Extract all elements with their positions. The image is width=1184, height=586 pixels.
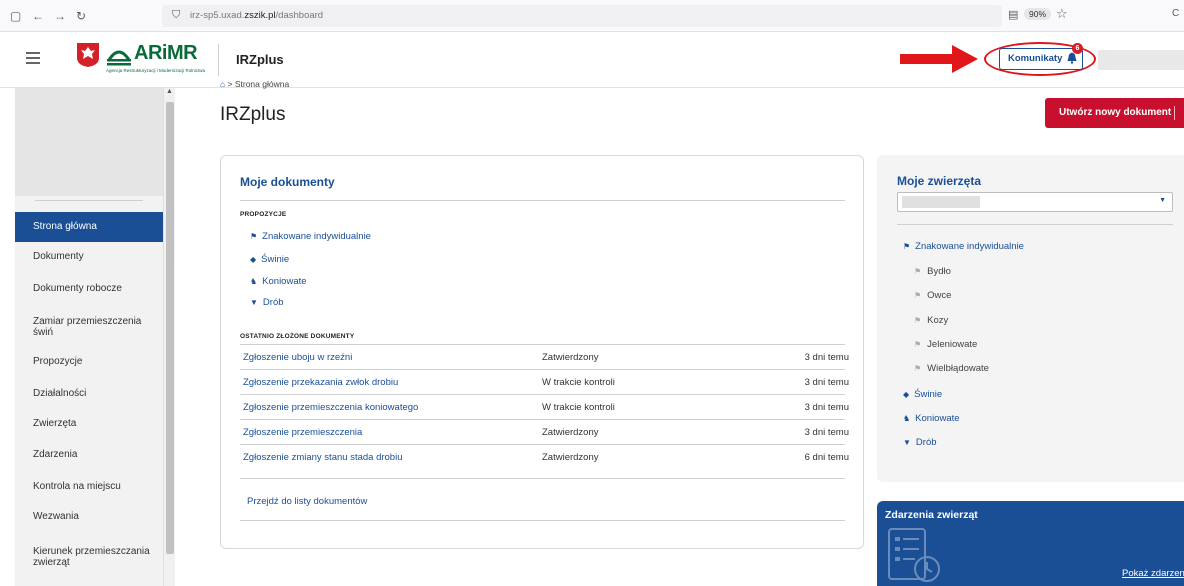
divider: [897, 224, 1173, 225]
messages-button[interactable]: Komunikaty 6: [999, 43, 1083, 70]
animal-group-znakowane[interactable]: ⚑ Znakowane indywidualnie: [903, 241, 1024, 252]
table-row[interactable]: Zgłoszenie przemieszczenia koniowatego W…: [243, 402, 849, 416]
divider: [240, 200, 845, 201]
horse-icon: ♞: [903, 414, 911, 423]
herd-select-value: [902, 196, 980, 208]
sidebar-item-zdarzenia[interactable]: Zdarzenia: [15, 440, 163, 470]
animal-events-title: Zdarzenia zwierząt: [885, 509, 978, 521]
divider: [240, 520, 845, 521]
sidebar-item-dzialalnosci[interactable]: Działalności: [15, 379, 163, 409]
proposal-swinie[interactable]: ◆ Świnie: [250, 254, 289, 265]
breadcrumb: ⌂ > Strona główna: [220, 79, 290, 89]
user-menu[interactable]: [1098, 50, 1184, 70]
sidebar-item-kontrola[interactable]: Kontrola na miejscu: [15, 472, 163, 502]
reload-icon[interactable]: ↻: [76, 9, 86, 23]
table-row[interactable]: Zgłoszenie uboju w rzeźni Zatwierdzony 3…: [243, 352, 849, 366]
create-document-button[interactable]: Utwórz nowy dokument: [1045, 98, 1184, 128]
reader-view-icon[interactable]: ▤: [1008, 8, 1018, 21]
recent-documents-label: OSTATNIO ZŁOŻONE DOKUMENTY: [240, 333, 355, 340]
divider: [240, 419, 845, 420]
cattle-icon: ⚑: [903, 242, 911, 251]
hamburger-menu-icon[interactable]: [26, 52, 40, 67]
sidebar-scrollbar[interactable]: ▲: [163, 88, 175, 586]
sidebar-item-propozycje[interactable]: Propozycje: [15, 347, 163, 377]
proposal-znakowane[interactable]: ⚑ Znakowane indywidualnie: [250, 231, 371, 242]
proposal-drob[interactable]: ▼ Drób: [250, 297, 284, 308]
forward-icon[interactable]: →: [54, 9, 66, 23]
animal-drob[interactable]: ▼ Drób: [903, 437, 937, 448]
shield-icon[interactable]: ⛉: [172, 9, 180, 22]
sidebar-item-dokumenty[interactable]: Dokumenty: [15, 242, 163, 272]
home-icon[interactable]: ⌂: [220, 79, 225, 89]
table-row[interactable]: Zgłoszenie przemieszczenia Zatwierdzony …: [243, 427, 849, 441]
camel-icon: ⚑: [914, 364, 922, 373]
all-documents-link[interactable]: Przejdź do listy dokumentów: [247, 496, 367, 507]
clipboard-clock-icon: [888, 528, 940, 582]
horse-icon: ♞: [250, 277, 258, 286]
app-name: IRZplus: [236, 52, 284, 67]
red-arrow-annotation-icon: [900, 45, 978, 73]
app-header: ARiMR Agencja Restrukturyzacji i Moderni…: [0, 32, 1184, 88]
poultry-icon: ▼: [903, 438, 911, 447]
deer-icon: ⚑: [914, 340, 922, 349]
polish-eagle-emblem-icon: [77, 43, 99, 67]
divider: [240, 478, 845, 479]
sidebar-toggle-icon[interactable]: ▢: [10, 9, 21, 23]
proposal-koniowate[interactable]: ♞ Koniowate: [250, 276, 307, 287]
animal-kozy[interactable]: ⚑ Kozy: [914, 315, 948, 326]
sidebar-item-zamiar-przemieszczenia[interactable]: Zamiar przemieszczenia świń: [15, 310, 163, 344]
herd-select[interactable]: ▼: [897, 192, 1173, 212]
animal-bydlo[interactable]: ⚑ Bydło: [914, 266, 951, 277]
sidebar-item-zwierzeta[interactable]: Zwierzęta: [15, 409, 163, 439]
back-icon[interactable]: ←: [32, 9, 44, 23]
user-profile-area: [15, 88, 163, 196]
chevron-down-icon[interactable]: ▼: [1159, 197, 1166, 204]
sidebar-item-dokumenty-robocze[interactable]: Dokumenty robocze: [15, 274, 163, 304]
divider: [240, 344, 845, 345]
animal-owce[interactable]: ⚑ Owce: [914, 290, 951, 301]
divider: [240, 444, 845, 445]
sidebar-item-wezwania[interactable]: Wezwania: [15, 502, 163, 532]
arimr-logo[interactable]: ARiMR Agencja Restrukturyzacji i Moderni…: [76, 40, 206, 78]
animal-swinie[interactable]: ◆ Świnie: [903, 389, 942, 400]
poultry-icon: ▼: [250, 298, 258, 307]
table-row[interactable]: Zgłoszenie przekazania zwłok drobiu W tr…: [243, 377, 849, 391]
scroll-up-icon[interactable]: ▲: [166, 88, 173, 95]
sidebar-item-strona-glowna[interactable]: Strona główna: [15, 212, 163, 242]
zoom-level[interactable]: 90%: [1024, 8, 1052, 20]
my-animals-title: Moje zwierzęta: [897, 174, 982, 188]
menu-icon[interactable]: C: [1172, 8, 1179, 19]
animal-wielbladowate[interactable]: ⚑ Wielbłądowate: [914, 363, 989, 374]
animal-koniowate[interactable]: ♞ Koniowate: [903, 413, 960, 424]
logo-arc-icon: [107, 50, 131, 66]
star-icon[interactable]: ☆: [1056, 6, 1068, 22]
pig-icon: ◆: [250, 255, 257, 264]
divider: [240, 394, 845, 395]
header-divider: [218, 44, 219, 76]
sidebar-divider: [35, 200, 143, 201]
cow-icon: ⚑: [914, 267, 922, 276]
animal-jeleniowate[interactable]: ⚑ Jeleniowate: [914, 339, 977, 350]
sidebar-item-kierunek[interactable]: Kierunek przemieszczania zwierząt: [15, 540, 163, 574]
animal-events-card: Zdarzenia zwierząt Pokaż zdarzenia: [877, 501, 1184, 586]
table-row[interactable]: Zgłoszenie zmiany stanu stada drobiu Zat…: [243, 452, 849, 466]
notification-badge: 6: [1072, 43, 1083, 54]
address-bar[interactable]: ⛉ irz-sp5.uxad.zszik.pl/dashboard: [162, 5, 1002, 27]
pig-icon: ◆: [903, 390, 910, 399]
cattle-icon: ⚑: [250, 232, 258, 241]
my-documents-title: Moje dokumenty: [240, 175, 335, 189]
sheep-icon: ⚑: [914, 291, 922, 300]
divider: [240, 369, 845, 370]
browser-toolbar: ▢ ← → ↻ ⛉ irz-sp5.uxad.zszik.pl/dashboar…: [0, 0, 1184, 32]
proposals-label: PROPOZYCJE: [240, 211, 287, 218]
page-title: IRZplus: [220, 104, 286, 125]
button-split-divider: [1174, 106, 1175, 120]
goat-icon: ⚑: [914, 316, 922, 325]
url-text[interactable]: irz-sp5.uxad.zszik.pl/dashboard: [190, 10, 323, 21]
scrollbar-thumb[interactable]: [166, 102, 174, 554]
show-events-link[interactable]: Pokaż zdarzenia: [1122, 568, 1184, 579]
